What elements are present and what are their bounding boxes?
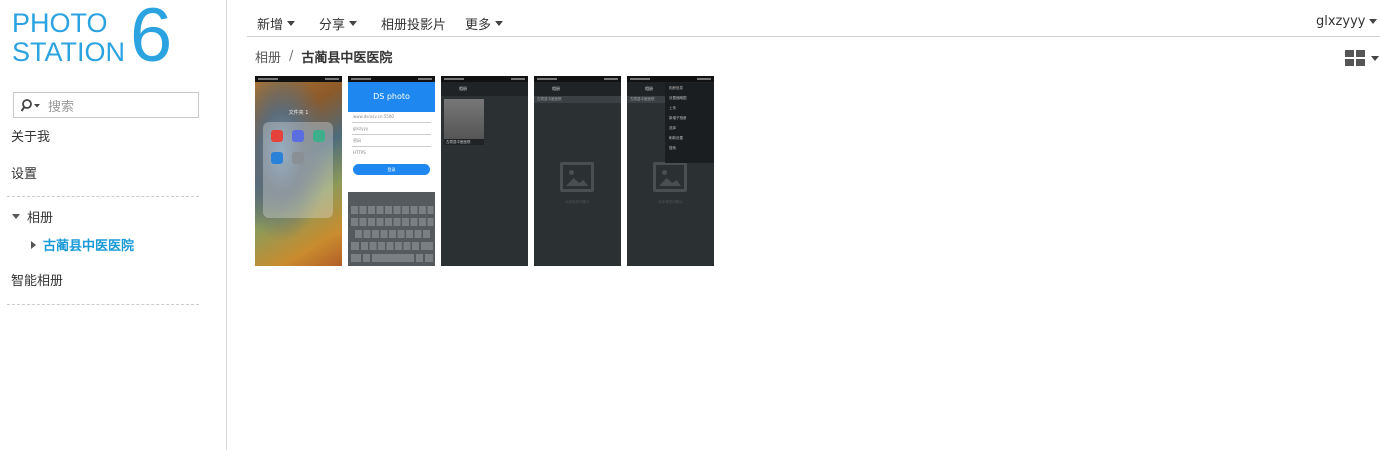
app-bar: 相册 [441, 82, 528, 96]
app-bar: 相册 [534, 82, 621, 96]
caret-down-icon [349, 21, 358, 26]
menu-item: 设置缩略图 [669, 96, 687, 100]
photo-thumbnail[interactable]: 相册 古蔺县中医医院 尚未有任何照片 相册信息 设置缩略图 上传 新增子相册 选… [627, 76, 714, 266]
album-caption: 古蔺县中医医院 [444, 139, 484, 145]
logo-line-2: STATION [12, 37, 125, 67]
server-field: www.dsrxsv.cn:5500 [353, 114, 394, 119]
app-icon [292, 130, 304, 142]
breadcrumb-separator: / [289, 49, 294, 64]
logo-line-1: PHOTO [12, 8, 108, 38]
menu-item: 刷新设置 [669, 136, 683, 140]
tree-albums-label: 相册 [27, 211, 54, 226]
https-field: HTTPS [353, 150, 366, 155]
menu-item: 新增子相册 [669, 116, 687, 120]
more-menu-label: 更多 [465, 18, 492, 33]
search-input[interactable]: 搜索 [48, 96, 74, 115]
menu-item: 上传 [669, 106, 676, 110]
caret-down-icon [495, 21, 504, 26]
search-box[interactable]: 搜索 [13, 92, 199, 118]
sub-bar: 古蔺县中医医院 [534, 96, 621, 103]
expand-arrow-icon[interactable] [12, 214, 20, 219]
empty-photo-icon [653, 162, 687, 192]
add-app-icon [292, 152, 304, 164]
tree-albums[interactable]: 相册 [12, 207, 53, 226]
divider [7, 304, 199, 305]
app-bar-title: 相册 [645, 86, 653, 91]
share-menu-button[interactable]: 分享 [319, 14, 358, 33]
caret-down-icon [287, 21, 296, 26]
breadcrumb-current: 古蔺县中医医院 [301, 51, 393, 66]
view-mode-button[interactable] [1345, 50, 1379, 66]
app-bar-title: 相册 [552, 86, 560, 91]
new-menu-button[interactable]: 新增 [257, 14, 296, 33]
app-icon [313, 130, 325, 142]
grid-view-icon [1345, 50, 1365, 66]
folder-title: 文件夹 1 [288, 110, 309, 116]
context-menu: 相册信息 设置缩略图 上传 新增子相册 选择 刷新设置 搜索 [665, 83, 714, 163]
logo-version: 6 [130, 0, 173, 78]
caret-down-icon [1371, 55, 1379, 61]
ds-photo-header: DS photo [348, 82, 435, 112]
app-icon [271, 130, 283, 142]
user-field: glxzyyy [353, 126, 369, 131]
photo-thumbnail[interactable]: 相册 古蔺县中医医院 尚未有任何照片 [534, 76, 621, 266]
sub-bar-title: 古蔺县中医医院 [630, 97, 655, 101]
sub-bar-title: 古蔺县中医医院 [537, 97, 562, 101]
breadcrumb: 相册 / 古蔺县中医医院 [255, 47, 392, 66]
breadcrumb-root[interactable]: 相册 [255, 47, 281, 66]
app-icon [271, 152, 283, 164]
field-line [352, 122, 431, 123]
search-icon[interactable] [14, 98, 48, 112]
menu-item: 相册信息 [669, 86, 683, 90]
menu-item: 选择 [669, 126, 676, 130]
new-menu-label: 新增 [257, 18, 284, 33]
login-button: 登录 [353, 164, 430, 175]
user-menu-button[interactable]: glxzyyy [1316, 14, 1378, 29]
photo-station-logo[interactable]: PHOTO STATION 6 [12, 0, 182, 74]
slideshow-label: 相册投影片 [381, 18, 447, 33]
caret-down-icon [1369, 19, 1378, 24]
status-bar [255, 76, 342, 82]
collapsed-arrow-icon[interactable] [31, 240, 36, 249]
empty-text: 尚未有任何照片 [658, 200, 683, 204]
top-toolbar: 新增 分享 相册投影片 更多 glxzyyy [247, 0, 1380, 37]
empty-photo-icon [560, 162, 594, 192]
tree-album-guxian[interactable]: 古蔺县中医医院 [31, 235, 134, 254]
nav-smart-album[interactable]: 智能相册 [11, 270, 63, 289]
app-bar-title: 相册 [459, 86, 467, 91]
slideshow-button[interactable]: 相册投影片 [381, 14, 446, 33]
photo-grid: 文件夹 1 DS photo www.dsrxsv.cn:5500 glxzyy… [255, 76, 714, 266]
menu-item: 搜索 [669, 146, 676, 150]
divider [7, 196, 199, 197]
nav-settings[interactable]: 设置 [11, 163, 37, 182]
photo-thumbnail[interactable]: 文件夹 1 [255, 76, 342, 266]
nav-about[interactable]: 关于我 [11, 126, 50, 145]
password-field: 密码 [353, 138, 361, 143]
more-menu-button[interactable]: 更多 [465, 14, 504, 33]
photo-thumbnail[interactable]: DS photo www.dsrxsv.cn:5500 glxzyyy 密码 H… [348, 76, 435, 266]
keyboard [348, 192, 435, 266]
field-line [352, 146, 431, 147]
sidebar: PHOTO STATION 6 搜索 关于我 设置 相册 古蔺县中医医院 智能相… [0, 0, 227, 450]
album-cover [444, 99, 484, 139]
photo-thumbnail[interactable]: 相册 古蔺县中医医院 [441, 76, 528, 266]
tree-album-label: 古蔺县中医医院 [43, 239, 135, 254]
field-line [352, 134, 431, 135]
share-menu-label: 分享 [319, 18, 346, 33]
empty-text: 尚未有任何照片 [565, 200, 590, 204]
app-folder [263, 122, 333, 218]
user-name: glxzyyy [1316, 14, 1366, 29]
